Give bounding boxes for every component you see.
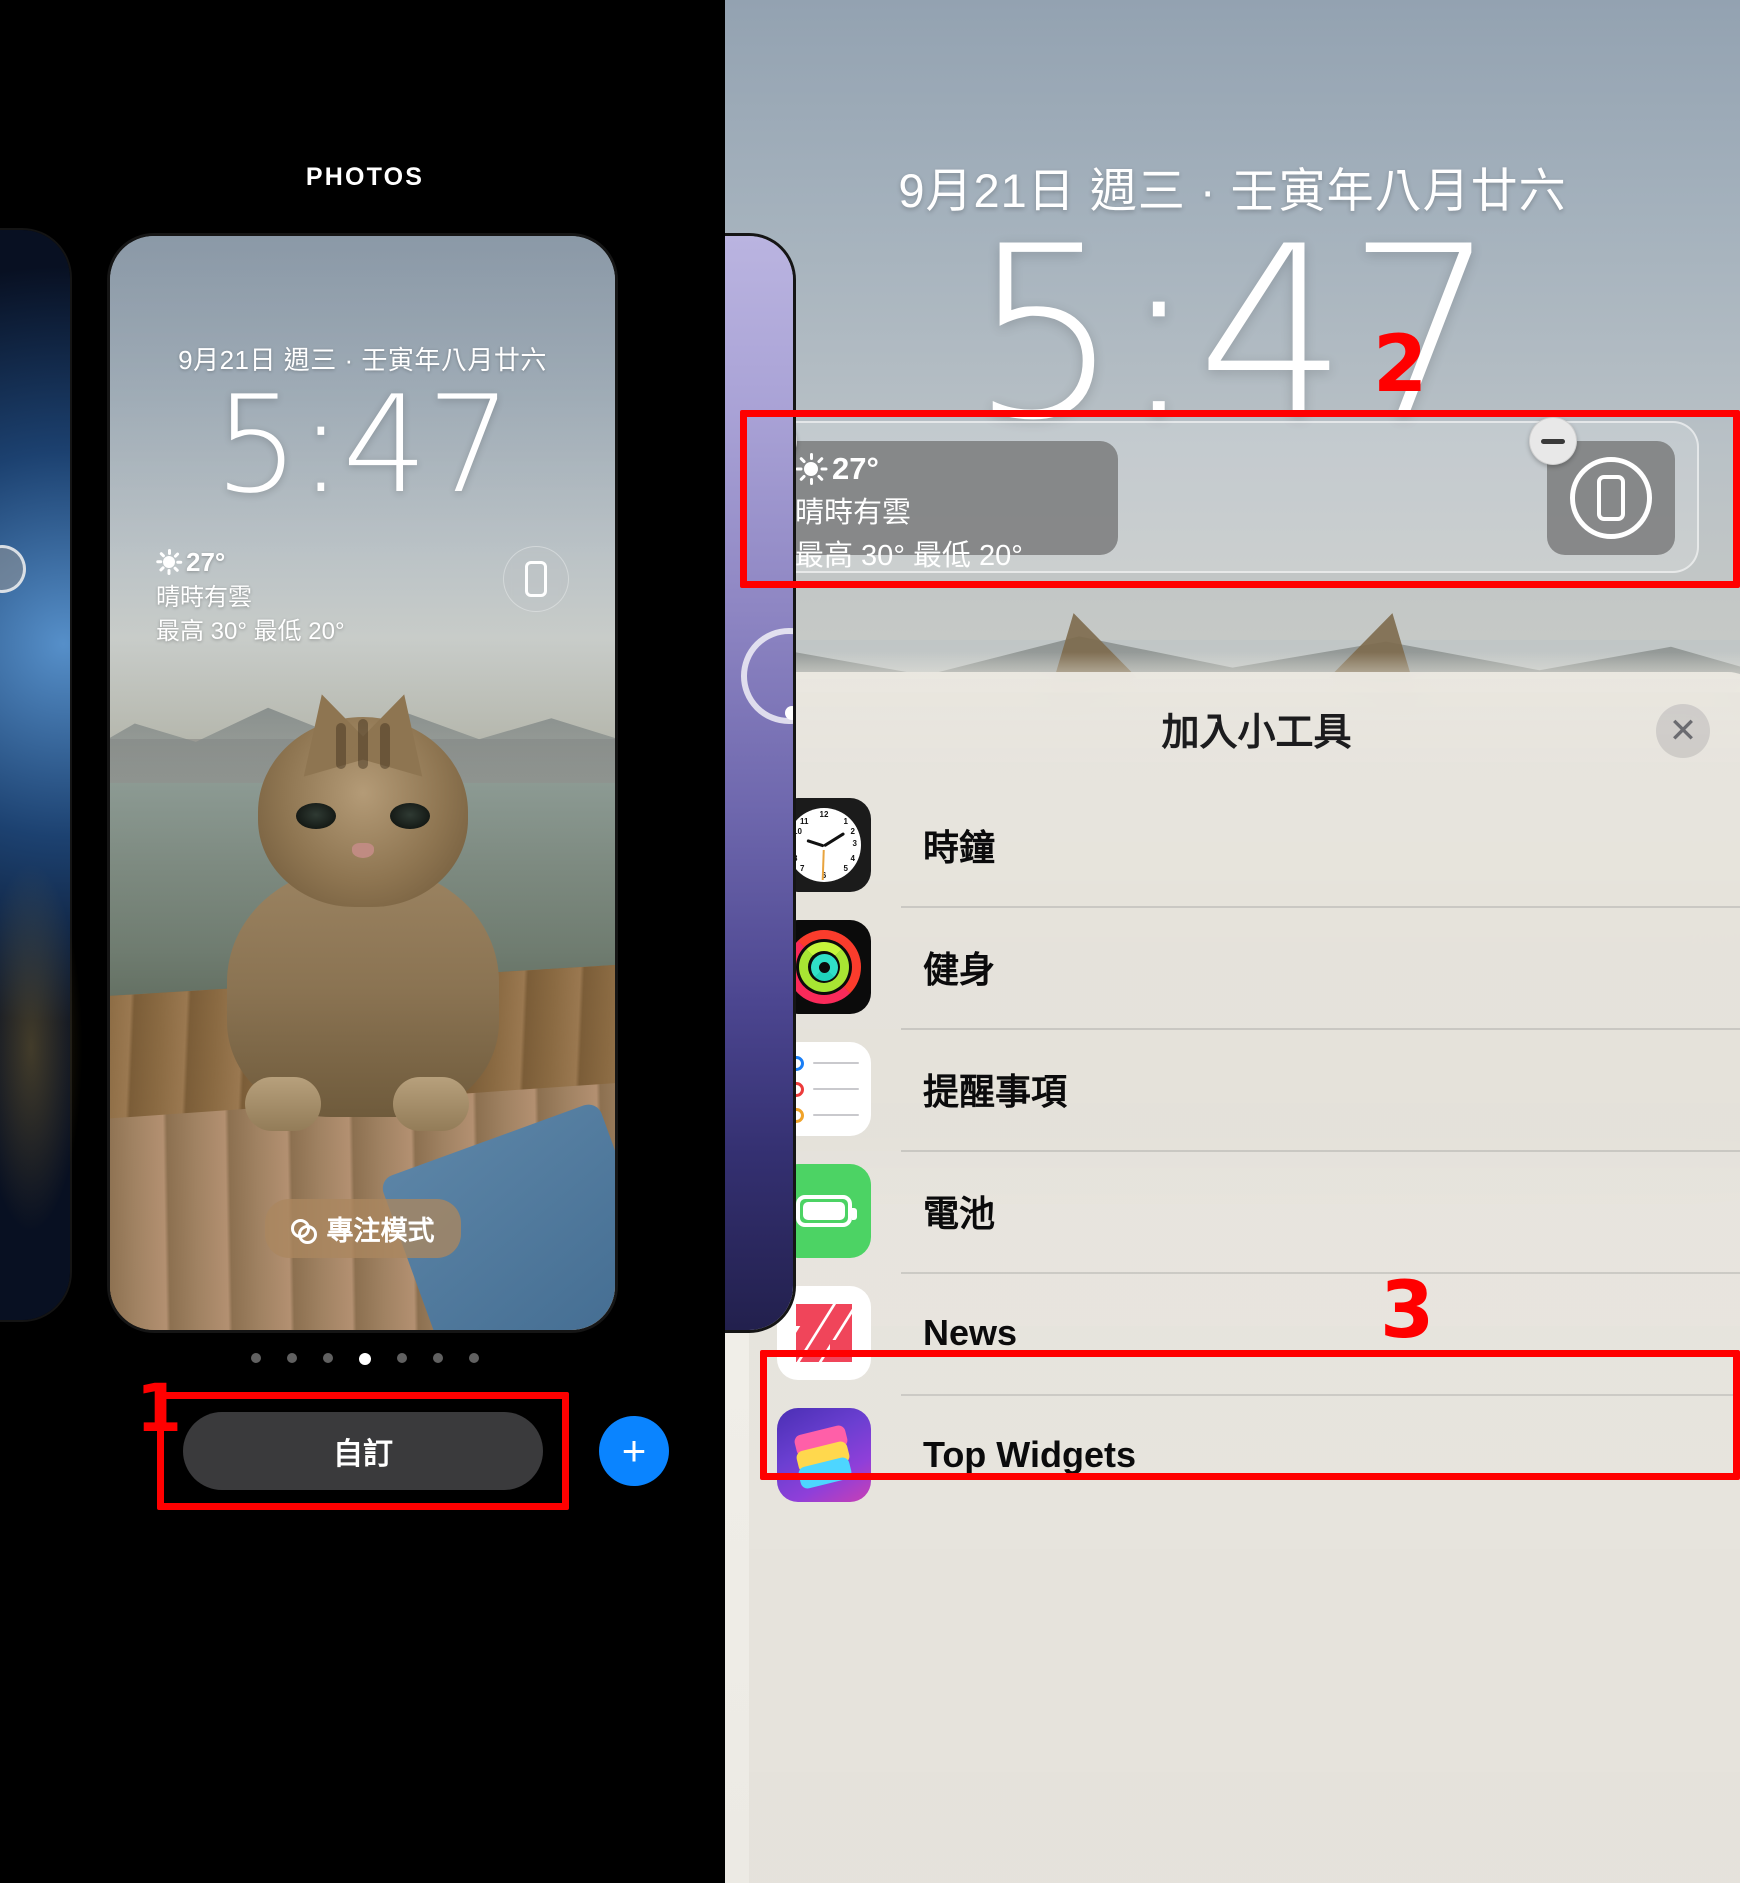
next-wallpaper-dot [785,706,793,720]
add-widget-sheet: 加入小工具 ✕ 12 3 6 9 11 1 10 2 4 5 7 8 時鐘 健身… [749,672,1740,1883]
sheet-header: 加入小工具 ✕ [749,672,1740,784]
previous-wallpaper-preview[interactable] [0,230,83,1320]
weather-condition: 晴時有雲 [156,583,252,611]
widget-tray[interactable]: 27° 晴時有雲 最高 30° 最低 20° [749,417,1699,573]
page-dot[interactable] [323,1353,333,1363]
add-wallpaper-button[interactable]: + [599,1416,669,1486]
widget-list-item-fitness[interactable]: 健身 [749,906,1740,1028]
weather-condition: 晴時有雲 [795,497,912,529]
widget-list-item-news[interactable]: News [749,1272,1740,1394]
close-icon[interactable]: ✕ [1656,704,1710,758]
weather-high-low: 最高 30° 最低 20° [156,617,345,645]
widget-list-item-reminders[interactable]: 提醒事項 [749,1028,1740,1150]
weather-temperature-row: 27° [156,544,345,581]
iphone-in-circle-icon [1570,457,1652,539]
page-dot[interactable] [251,1353,261,1363]
photos-section-label: PHOTOS [305,163,425,191]
top-widgets-app-icon [777,1408,871,1502]
page-dot[interactable] [287,1353,297,1363]
widget-list-item-label: 健身 [923,949,996,990]
lock-screen-weather-widget[interactable]: 27° 晴時有雲 最高 30° 最低 20° [156,544,345,649]
sun-icon [795,453,827,485]
widget-list-item-clock[interactable]: 12 3 6 9 11 1 10 2 4 5 7 8 時鐘 [749,784,1740,906]
weather-temperature: 27° [186,547,226,577]
iphone-glyph [1597,475,1625,521]
focus-mode-label: 專注模式 [326,1216,435,1246]
page-dot[interactable] [397,1353,407,1363]
minus-icon [1541,438,1565,444]
widget-list-item-label: 電池 [923,1193,996,1234]
iphone-glyph [525,561,547,597]
widget-list-item-battery[interactable]: 電池 [749,1150,1740,1272]
news-app-icon [777,1286,871,1380]
sheet-title: 加入小工具 [1161,711,1352,754]
next-wallpaper-preview[interactable] [725,236,793,1330]
annotation-number-2: 2 [1373,320,1428,410]
widget-list-item-label: News [923,1312,1018,1353]
widget-list-item-label: Top Widgets [923,1434,1136,1475]
page-indicator[interactable] [0,1353,730,1365]
weather-temperature: 27° [832,451,879,486]
focus-mode-pill[interactable]: 專注模式 [264,1199,461,1258]
link-icon [290,1217,317,1244]
lock-screen-editor: 9月21日 週三 · 壬寅年八月廿六 5:47 27° 晴時有雲 最高 30° … [725,0,1740,1883]
remove-device-widget-button[interactable] [1529,417,1577,465]
customise-button[interactable]: 自訂 [183,1412,543,1490]
page-dot[interactable] [433,1353,443,1363]
page-dot[interactable] [469,1353,479,1363]
iphone-icon[interactable] [503,546,569,612]
sun-icon [156,549,183,576]
screenshot-root: PHOTOS 9月21日 週三 · 壬寅年八月廿六 5:47 27° 晴時有雲 … [0,0,1740,1883]
widget-list-item-label: 提醒事項 [923,1071,1068,1112]
annotation-number-1: 1 [136,1370,182,1447]
weather-temperature-row: 27° [795,451,1118,487]
wallpaper-cat-photo [213,683,513,1137]
page-dot-active[interactable] [359,1353,371,1365]
lock-screen-time: 5:47 [214,367,512,523]
right-widget-editor-screen: 9月21日 週三 · 壬寅年八月廿六 5:47 27° 晴時有雲 最高 30° … [725,0,1740,1883]
weather-high-low: 最高 30° 最低 20° [795,540,1023,572]
widget-list-item-label: 時鐘 [923,827,996,868]
annotation-number-3: 3 [1380,1266,1435,1356]
widget-list-item-top-widgets[interactable]: Top Widgets [749,1394,1740,1516]
lock-screen-preview-card[interactable]: 9月21日 週三 · 壬寅年八月廿六 5:47 27° 晴時有雲 最高 30° … [110,236,615,1330]
weather-widget-editable[interactable]: 27° 晴時有雲 最高 30° 最低 20° [773,441,1118,572]
